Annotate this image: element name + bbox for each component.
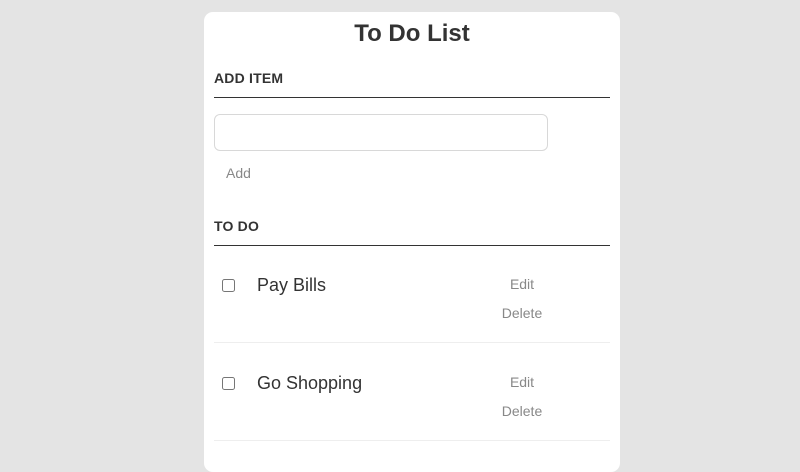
todo-item-label: Pay Bills	[257, 275, 327, 295]
delete-button[interactable]: Delete	[492, 403, 552, 419]
todo-item: Go Shopping Edit Delete	[214, 343, 610, 441]
todo-item: Pay Bills Edit Delete	[214, 245, 610, 343]
edit-button[interactable]: Edit	[492, 276, 552, 292]
todo-heading: TO DO	[214, 218, 610, 246]
todo-item-label: Go Shopping	[257, 373, 363, 393]
todo-checkbox[interactable]	[222, 377, 235, 390]
delete-button[interactable]: Delete	[492, 305, 552, 321]
new-item-input[interactable]	[214, 114, 548, 151]
add-button[interactable]: Add	[222, 163, 255, 183]
add-item-heading: ADD ITEM	[214, 70, 610, 98]
todo-checkbox[interactable]	[222, 279, 235, 292]
todo-card: To Do List ADD ITEM Add TO DO Pay Bills …	[204, 12, 620, 472]
edit-button[interactable]: Edit	[492, 374, 552, 390]
page-title: To Do List	[354, 20, 470, 47]
todo-list: Pay Bills Edit Delete Go Shopping Edit D…	[214, 245, 610, 441]
